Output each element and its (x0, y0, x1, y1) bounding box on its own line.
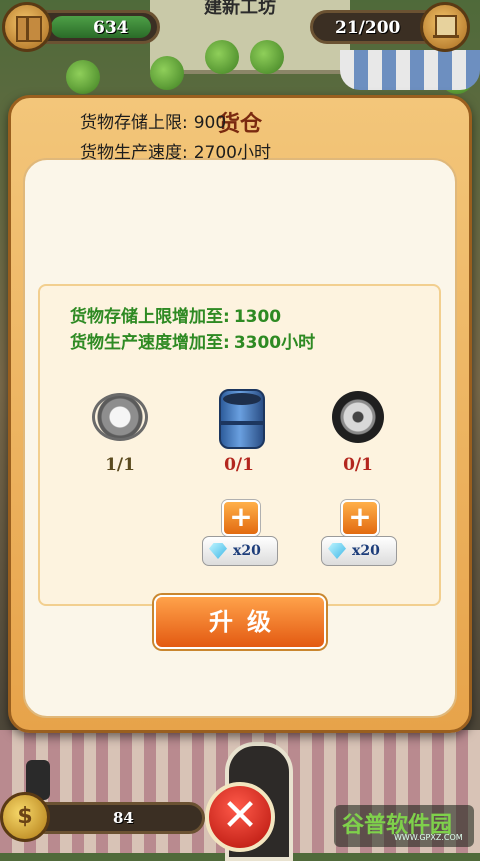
material-count: 0/1 (343, 455, 373, 475)
diamond-icon (328, 543, 346, 559)
upgrade-speed-row: 货物生产速度增加至: 3300小时 (70, 328, 315, 353)
gem-cost: x20 (352, 543, 380, 559)
production-speed-row: 货物生产速度: 2700小时 (80, 138, 271, 163)
plus-icon[interactable]: + (222, 500, 260, 536)
production-speed-value: 2700小时 (193, 143, 271, 163)
capacity-value: 21/200 (335, 18, 401, 38)
storage-limit-label: 货物存储上限: (80, 113, 188, 133)
storage-limit-value: 900 (193, 113, 227, 133)
gem-cost: x20 (233, 543, 261, 559)
coin-value: 84 (113, 809, 134, 827)
coin-counter[interactable]: 84 (30, 802, 205, 834)
upgrade-speed-label: 货物生产速度增加至: (70, 333, 230, 353)
close-button[interactable]: ✕ (205, 782, 275, 852)
diamond-icon (209, 543, 227, 559)
production-speed-label: 货物生产速度: (80, 143, 188, 163)
upgrade-storage-row: 货物存储上限增加至: 1300 (70, 302, 281, 327)
watermark-url: WWW.GPXZ.COM (394, 833, 463, 842)
gem-cost-tag[interactable]: x20 (202, 536, 278, 566)
plant-decoration (250, 40, 284, 74)
material-gear[interactable]: 1/1 (80, 385, 160, 475)
buy-oil-barrel-button[interactable]: + x20 (202, 500, 278, 572)
oil-barrel-icon (219, 389, 265, 449)
material-count: 1/1 (105, 455, 135, 475)
coin-icon[interactable]: $ (0, 792, 50, 842)
material-tire[interactable]: 0/1 (318, 385, 398, 475)
material-oil-barrel[interactable]: 0/1 (199, 385, 279, 475)
hand-truck-icon[interactable] (420, 2, 470, 52)
buy-tire-button[interactable]: + x20 (321, 500, 397, 572)
gear-icon (88, 389, 152, 445)
cargo-value: 634 (93, 18, 129, 38)
gem-cost-tag[interactable]: x20 (321, 536, 397, 566)
storage-limit-row: 货物存储上限: 900 (80, 108, 226, 133)
plant-decoration (150, 56, 184, 90)
striped-awning (340, 50, 480, 90)
tire-icon (332, 391, 384, 443)
plant-decoration (66, 60, 100, 94)
plant-decoration (205, 40, 239, 74)
upgrade-storage-label: 货物存储上限增加至: (70, 307, 230, 327)
plus-icon[interactable]: + (341, 500, 379, 536)
upgrade-storage-value: 1300 (233, 307, 282, 327)
watermark-logo: 谷普软件园 WWW.GPXZ.COM (334, 805, 474, 847)
upgrade-speed-value: 3300小时 (233, 333, 316, 353)
upgrade-button[interactable]: 升级 (154, 595, 326, 649)
material-count: 0/1 (224, 455, 254, 475)
crate-icon[interactable] (2, 2, 52, 52)
